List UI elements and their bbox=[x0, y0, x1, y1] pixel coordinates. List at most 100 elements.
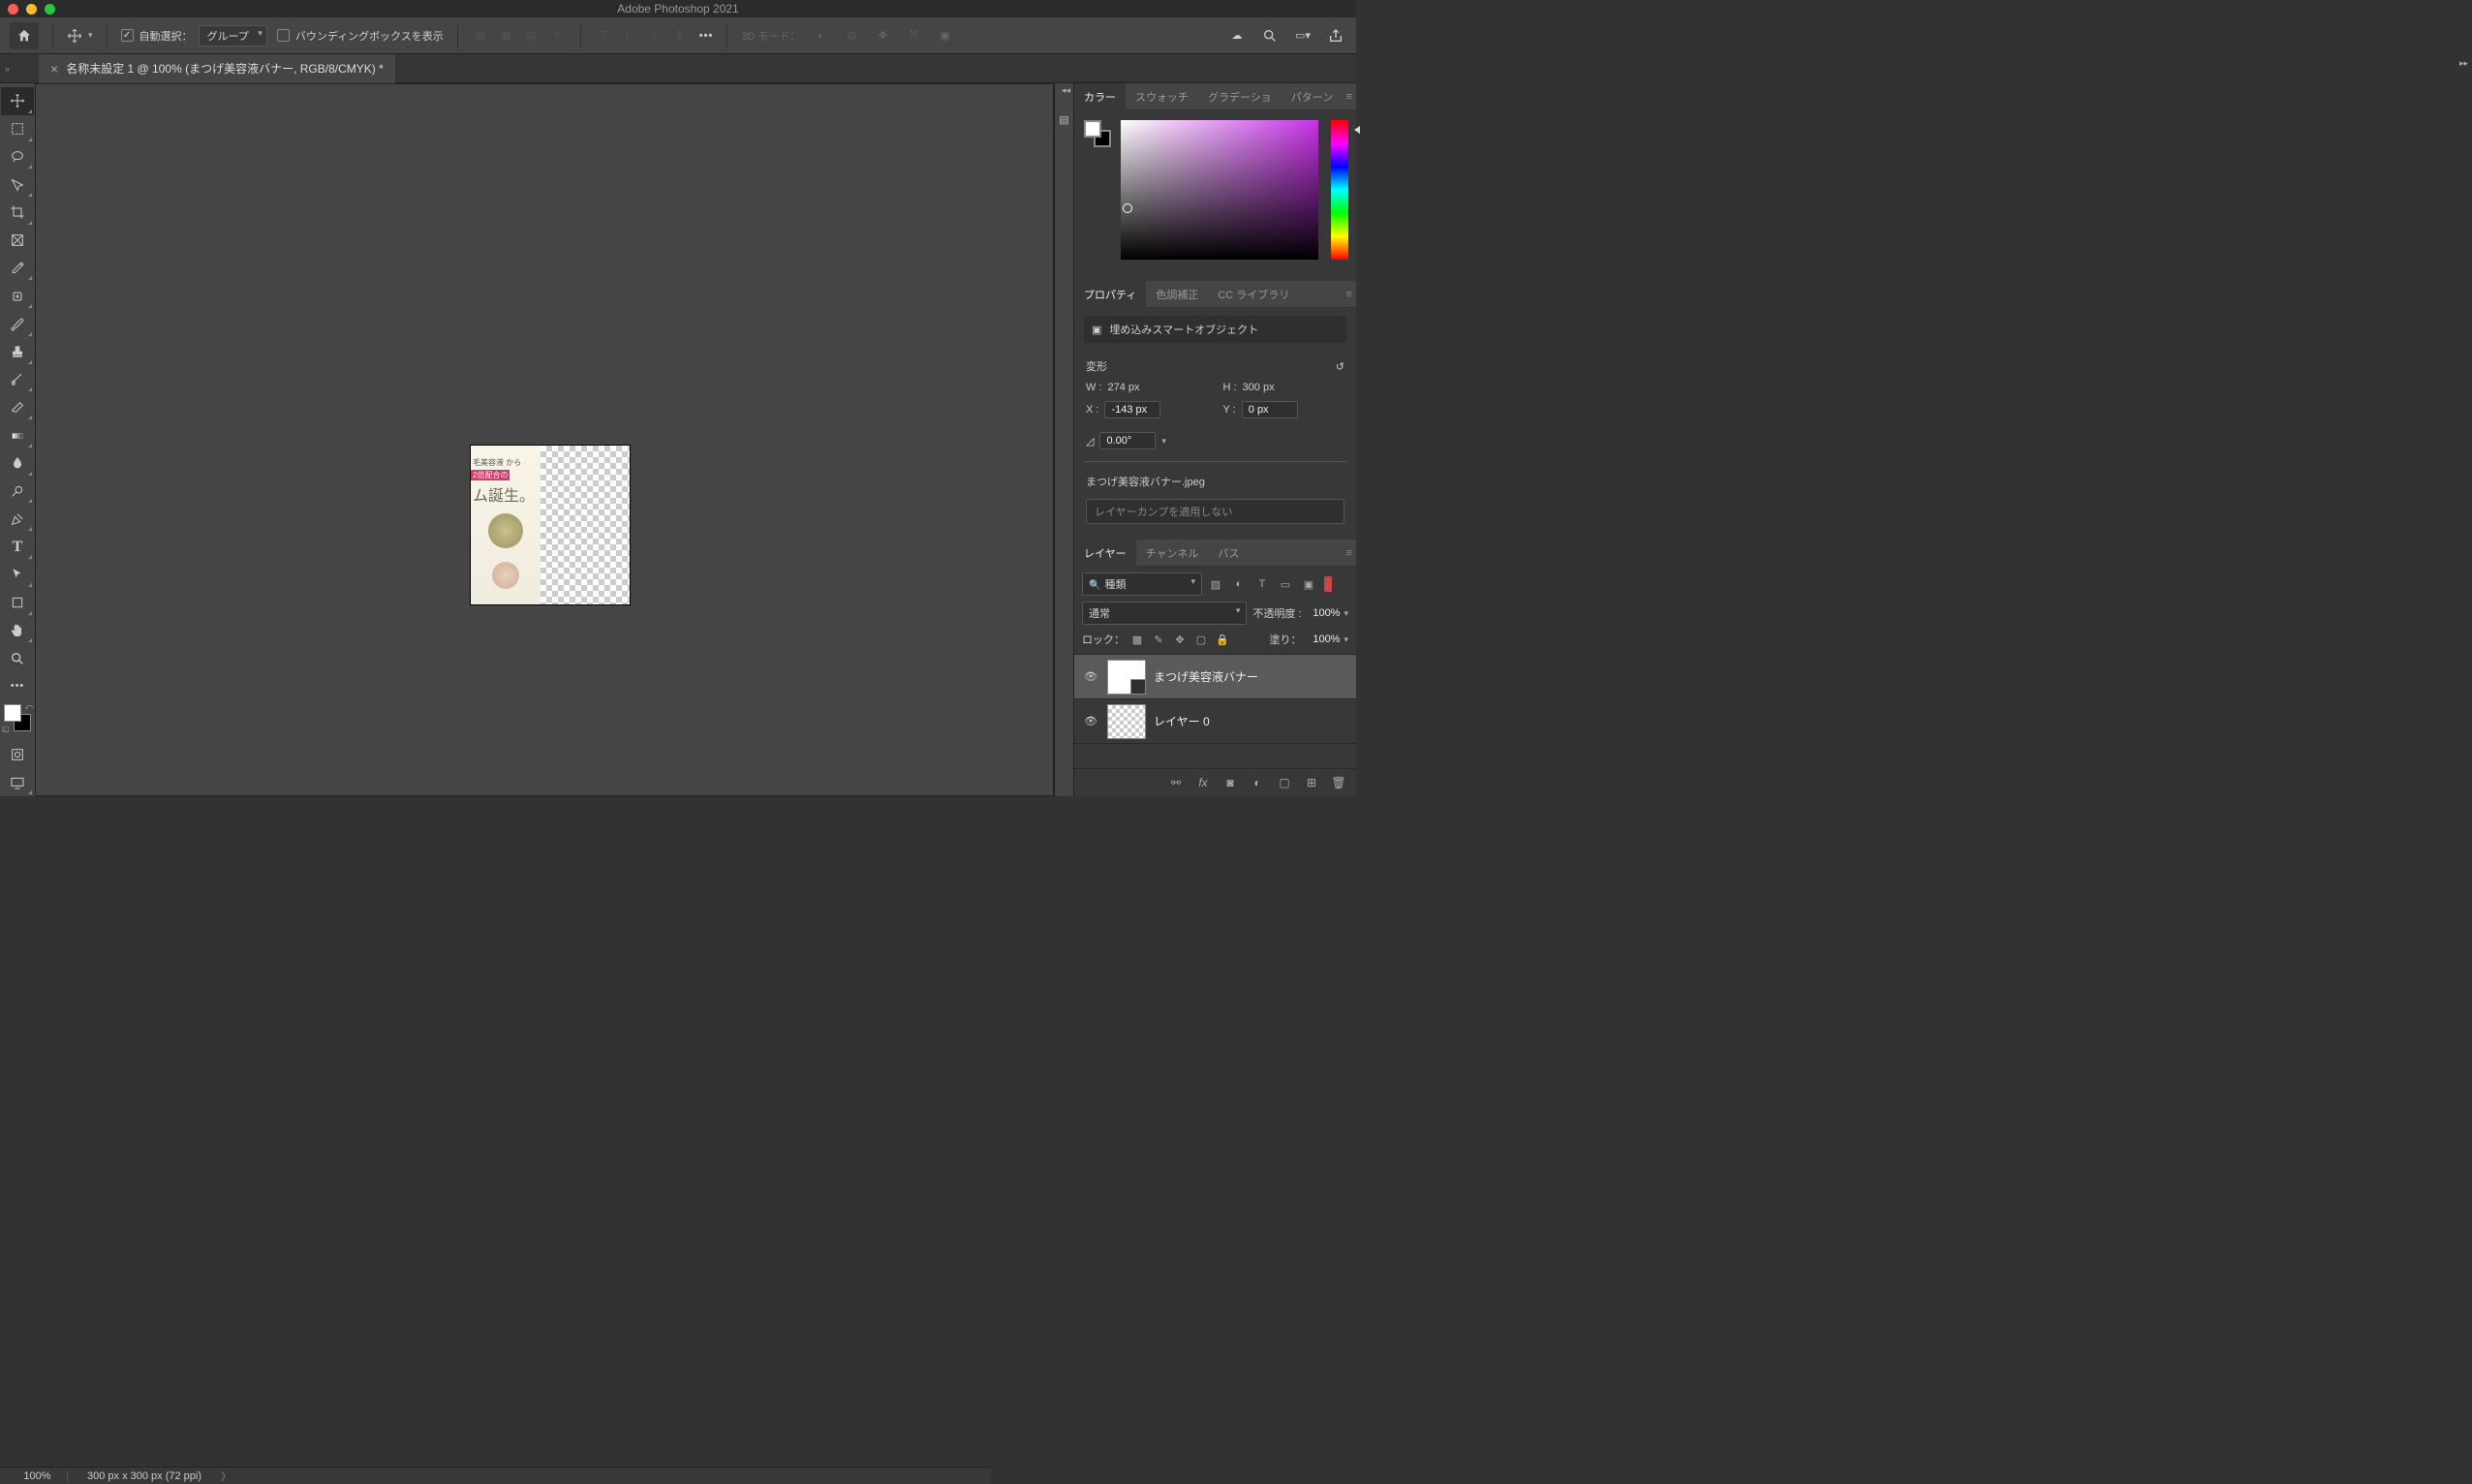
tab-paths[interactable]: パス bbox=[1208, 540, 1249, 567]
tab-channels[interactable]: チャンネル bbox=[1136, 540, 1209, 567]
collapsed-panel-icon[interactable]: ▤ bbox=[1056, 110, 1073, 128]
fill-input[interactable] bbox=[1305, 634, 1340, 645]
expand-arrows-icon[interactable]: ▸▸ bbox=[2459, 58, 2468, 69]
align-center-v-icon[interactable]: ⊢ bbox=[620, 26, 639, 46]
window-close-button[interactable] bbox=[8, 4, 18, 15]
layer-row[interactable]: 👁 レイヤー 0 bbox=[1074, 699, 1356, 744]
pen-tool[interactable] bbox=[1, 505, 34, 533]
blend-mode-dropdown[interactable]: 通常 bbox=[1082, 602, 1247, 625]
lock-transparency-icon[interactable]: ▩ bbox=[1128, 631, 1146, 648]
hue-cursor[interactable] bbox=[1354, 126, 1360, 134]
delete-layer-icon[interactable]: 🗑 bbox=[1331, 775, 1346, 790]
reset-transform-icon[interactable]: ↺ bbox=[1336, 360, 1344, 373]
color-fg-bg-swatch[interactable] bbox=[1084, 120, 1111, 147]
stamp-tool[interactable] bbox=[1, 338, 34, 366]
layers-panel-menu[interactable]: ≡ bbox=[1346, 547, 1352, 559]
layer-visibility-toggle[interactable]: 👁 bbox=[1082, 670, 1099, 683]
filter-adjust-icon[interactable]: ◐ bbox=[1229, 574, 1249, 594]
align-top-icon[interactable]: ⊤ bbox=[595, 26, 614, 46]
filter-smart-icon[interactable]: ▣ bbox=[1299, 574, 1318, 594]
tab-chevron-icon[interactable]: » bbox=[5, 64, 10, 74]
distribute-h-icon[interactable]: ≡ bbox=[547, 26, 567, 46]
edit-toolbar-button[interactable]: ••• bbox=[1, 672, 34, 700]
reset-colors-icon[interactable]: ◱ bbox=[2, 725, 10, 733]
hue-strip[interactable] bbox=[1331, 120, 1348, 260]
width-value[interactable]: 274 px bbox=[1108, 382, 1140, 393]
layer-visibility-toggle[interactable]: 👁 bbox=[1082, 715, 1099, 727]
height-value[interactable]: 300 px bbox=[1243, 382, 1275, 393]
lock-paint-icon[interactable]: ✎ bbox=[1150, 631, 1167, 648]
workspace-switcher-icon[interactable]: ▭▾ bbox=[1292, 25, 1313, 46]
eyedropper-tool[interactable] bbox=[1, 255, 34, 283]
filter-shape-icon[interactable]: ▭ bbox=[1276, 574, 1295, 594]
fill-chevron-icon[interactable]: ▾ bbox=[1344, 634, 1348, 645]
layer-name-label[interactable]: レイヤー 0 bbox=[1154, 713, 1210, 729]
angle-dropdown-icon[interactable]: ▾ bbox=[1161, 436, 1166, 447]
color-cursor[interactable] bbox=[1123, 203, 1132, 213]
properties-panel-menu[interactable]: ≡ bbox=[1346, 289, 1352, 300]
auto-select-checkbox[interactable] bbox=[121, 29, 134, 42]
lock-all-icon[interactable]: 🔒 bbox=[1214, 631, 1231, 648]
move-tool[interactable] bbox=[1, 87, 34, 115]
color-panel-menu[interactable]: ≡ bbox=[1346, 91, 1352, 103]
tab-layers[interactable]: レイヤー bbox=[1074, 540, 1136, 567]
angle-input[interactable] bbox=[1099, 432, 1156, 449]
search-icon[interactable] bbox=[1259, 25, 1281, 46]
align-left-icon[interactable]: ▤ bbox=[472, 26, 491, 46]
filter-pixel-icon[interactable]: ▨ bbox=[1206, 574, 1225, 594]
layer-thumbnail[interactable] bbox=[1107, 704, 1146, 739]
collapse-arrows-icon[interactable]: ◂◂ bbox=[1062, 85, 1070, 96]
y-input[interactable] bbox=[1242, 401, 1298, 418]
zoom-tool[interactable] bbox=[1, 644, 34, 672]
layer-filter-kind-dropdown[interactable]: 種類 bbox=[1082, 572, 1202, 596]
document-canvas[interactable]: 毛美容液 から 2倍配合の ム誕生。 bbox=[471, 446, 630, 604]
tab-swatches[interactable]: スウォッチ bbox=[1126, 83, 1198, 110]
frame-tool[interactable] bbox=[1, 227, 34, 255]
opacity-chevron-icon[interactable]: ▾ bbox=[1344, 608, 1348, 619]
canvas-area[interactable]: 毛美容液 から 2倍配合の ム誕生。 bbox=[35, 83, 1054, 796]
opacity-input[interactable] bbox=[1305, 607, 1340, 619]
tab-properties[interactable]: プロパティ bbox=[1074, 281, 1146, 308]
screenmode-button[interactable] bbox=[1, 768, 34, 796]
zoom-level[interactable]: 100% bbox=[19, 1470, 68, 1482]
close-tab-button[interactable]: × bbox=[50, 61, 58, 77]
filter-toggle-switch[interactable] bbox=[1324, 576, 1332, 592]
adjustment-layer-icon[interactable]: ◐ bbox=[1250, 775, 1265, 790]
align-bottom-icon[interactable]: ⊥ bbox=[645, 26, 664, 46]
x-input[interactable] bbox=[1104, 401, 1160, 418]
home-button[interactable] bbox=[10, 22, 39, 49]
layer-thumbnail[interactable] bbox=[1107, 660, 1146, 695]
window-zoom-button[interactable] bbox=[45, 4, 55, 15]
move-tool-indicator[interactable]: ▾ bbox=[67, 28, 93, 44]
dodge-tool[interactable] bbox=[1, 478, 34, 506]
tab-patterns[interactable]: パターン bbox=[1282, 83, 1343, 110]
more-options-button[interactable]: ••• bbox=[699, 30, 714, 42]
show-bbox-checkbox[interactable] bbox=[277, 29, 290, 42]
layer-mask-icon[interactable]: ◙ bbox=[1222, 775, 1238, 790]
eraser-tool[interactable] bbox=[1, 393, 34, 421]
foreground-color[interactable] bbox=[4, 704, 21, 722]
blur-tool[interactable] bbox=[1, 449, 34, 478]
tab-gradients[interactable]: グラデーショ bbox=[1198, 83, 1282, 110]
panel-collapse-strip[interactable]: ◂◂ ▤ bbox=[1054, 83, 1073, 796]
marquee-tool[interactable] bbox=[1, 115, 34, 143]
align-right-icon[interactable]: ▤ bbox=[522, 26, 541, 46]
brush-tool[interactable] bbox=[1, 310, 34, 338]
layer-style-icon[interactable]: fx bbox=[1195, 775, 1211, 790]
lock-position-icon[interactable]: ✥ bbox=[1171, 631, 1189, 648]
distribute-v-icon[interactable]: ⫼ bbox=[670, 26, 690, 46]
document-tab[interactable]: × 名称未設定 1 @ 100% (まつげ美容液バナー, RGB/8/CMYK)… bbox=[39, 54, 395, 83]
new-layer-icon[interactable]: ⊞ bbox=[1304, 775, 1319, 790]
cloud-docs-icon[interactable]: ☁ bbox=[1226, 25, 1248, 46]
crop-tool[interactable] bbox=[1, 199, 34, 227]
doc-info-chevron-icon[interactable]: 〉 bbox=[221, 1469, 232, 1484]
path-select-tool[interactable] bbox=[1, 561, 34, 589]
tab-color[interactable]: カラー bbox=[1074, 83, 1126, 110]
group-layers-icon[interactable]: ▢ bbox=[1277, 775, 1292, 790]
history-brush-tool[interactable] bbox=[1, 366, 34, 394]
lasso-tool[interactable] bbox=[1, 143, 34, 171]
filter-type-icon[interactable]: T bbox=[1252, 574, 1272, 594]
tab-libraries[interactable]: CC ライブラリ bbox=[1208, 281, 1299, 308]
gradient-tool[interactable] bbox=[1, 421, 34, 449]
align-center-h-icon[interactable]: ▦ bbox=[497, 26, 516, 46]
